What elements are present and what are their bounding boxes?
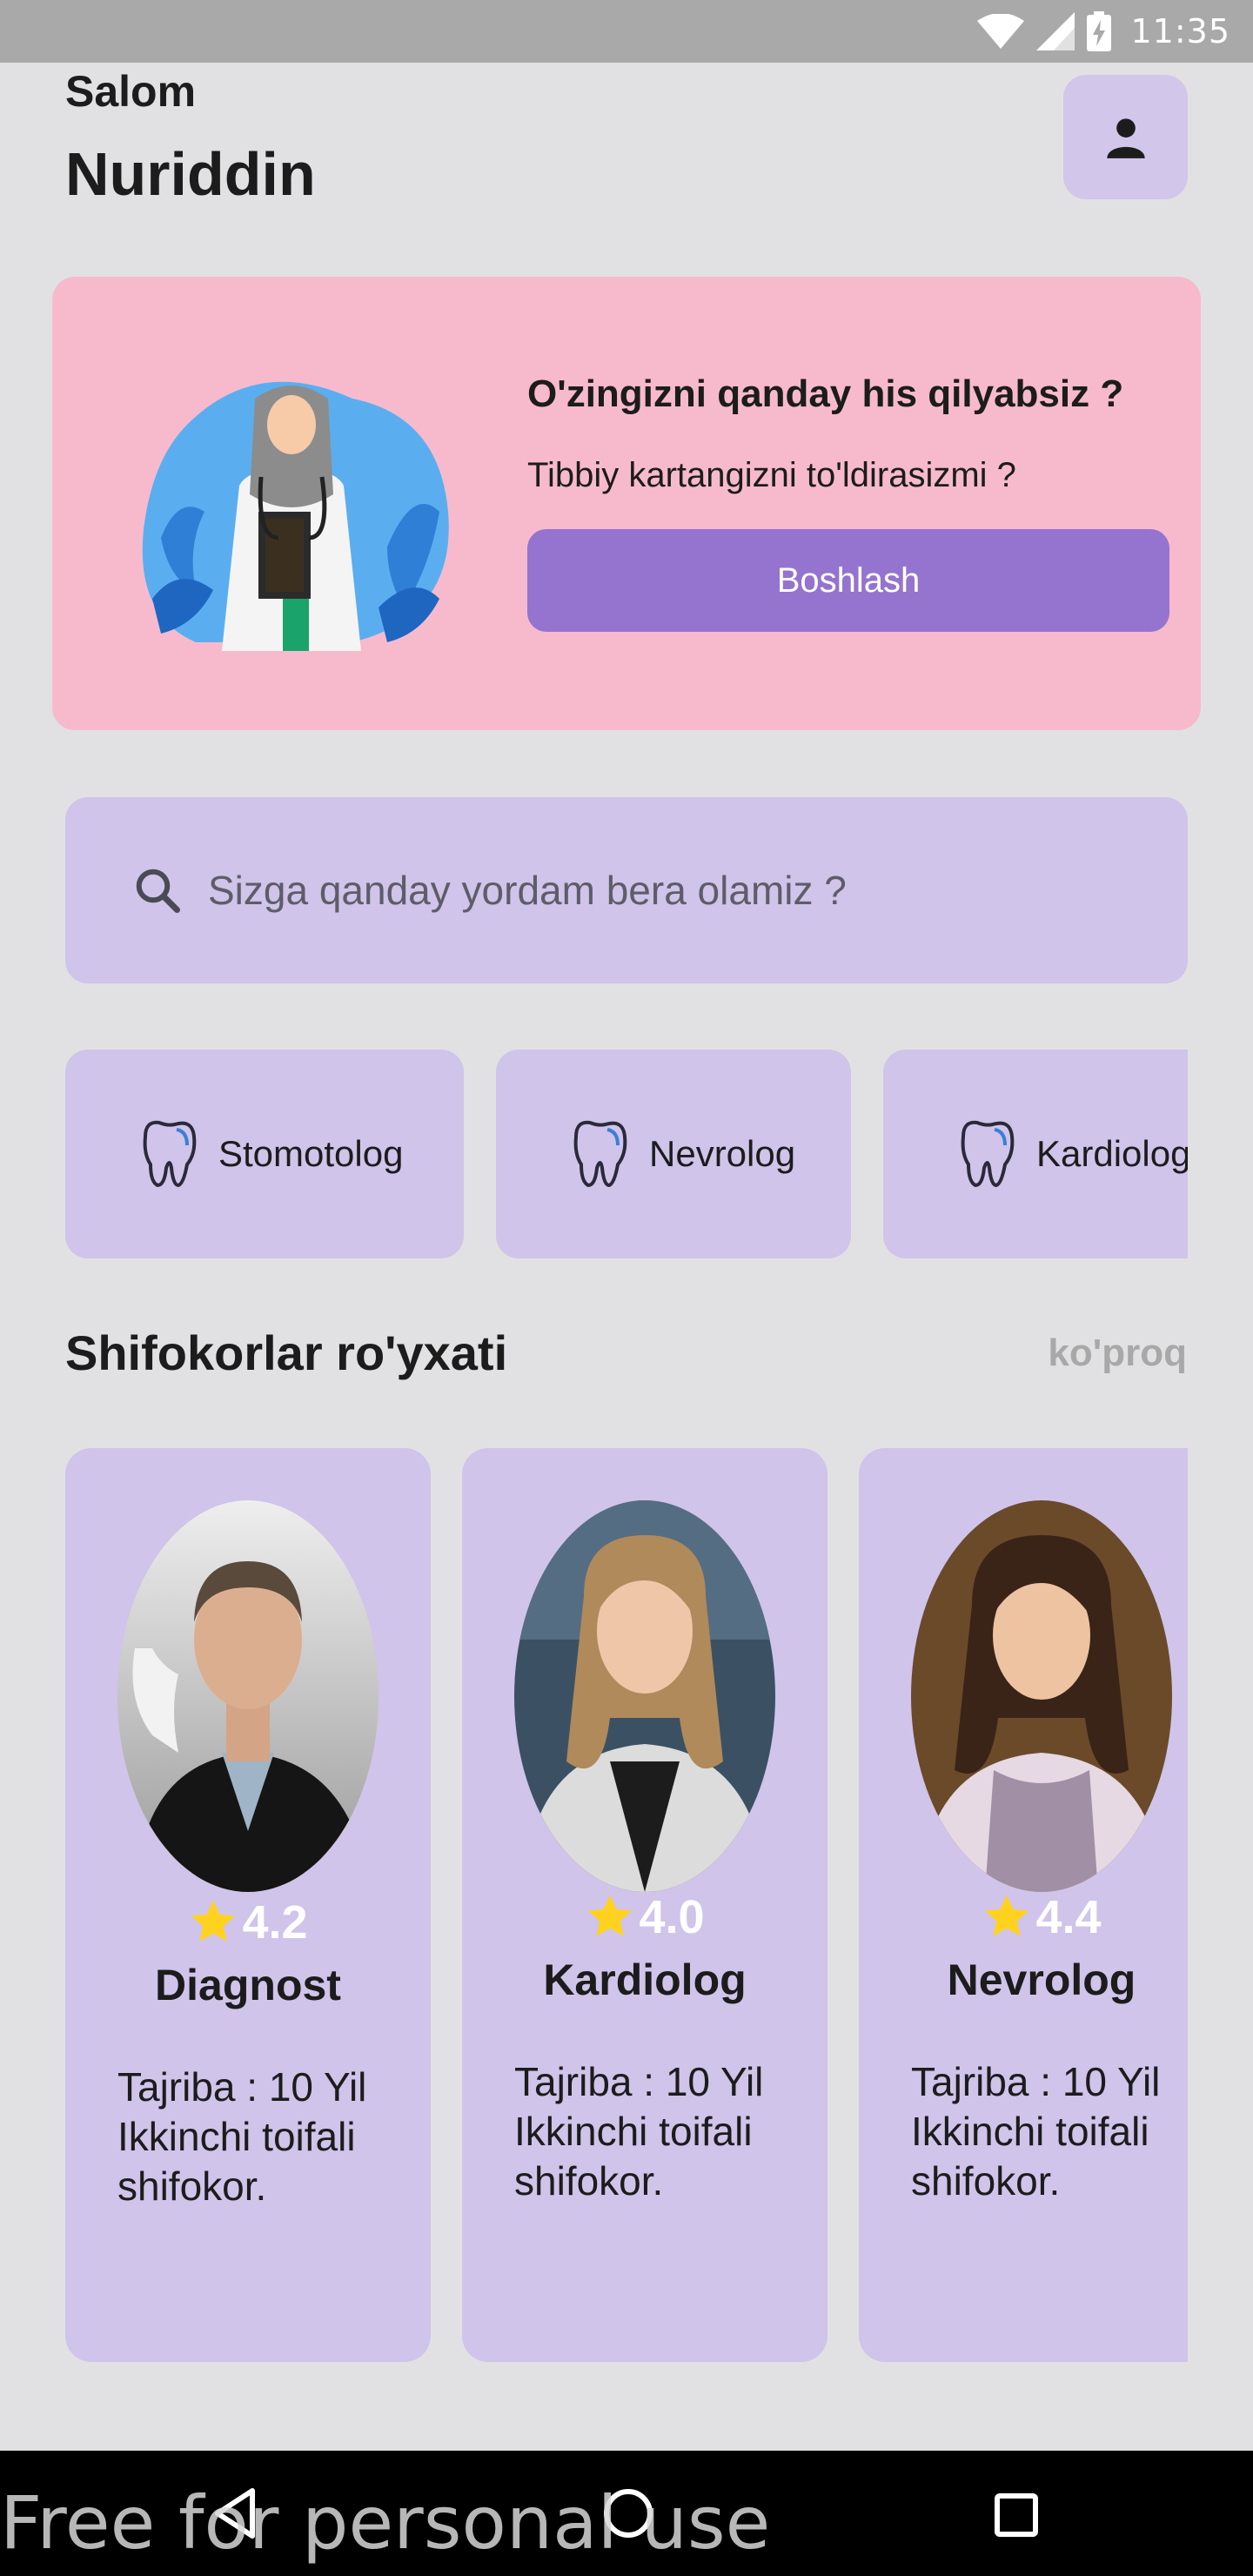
start-button[interactable]: Boshlash [527, 529, 1169, 632]
more-link[interactable]: ko'proq [1048, 1332, 1187, 1375]
doctor-photo [117, 1500, 379, 1892]
doctor-specialty: Kardiolog [543, 1955, 747, 2004]
rating-value: 4.4 [1035, 1891, 1102, 1943]
doctor-description: Tajriba : 10 Yil Ikkinchi toifali shifok… [117, 2063, 413, 2211]
rating-value: 4.0 [639, 1891, 705, 1943]
doctor-description: Tajriba : 10 Yil Ikkinchi toifali shifok… [514, 2057, 810, 2206]
category-chip-stomotolog[interactable]: Stomotolog [65, 1050, 464, 1258]
doctors-section-title: Shifokorlar ro'yxati [65, 1325, 508, 1380]
doctor-photo [911, 1500, 1172, 1892]
promo-title: O'zingizni qanday his qilyabsiz ? [527, 372, 1124, 415]
wifi-icon [977, 14, 1025, 49]
person-icon [1106, 117, 1145, 158]
status-bar: 11:35 [0, 0, 1253, 63]
doctor-specialty: Nevrolog [947, 1955, 1136, 2004]
tooth-icon [573, 1120, 627, 1188]
doctor-list: 4.2 Diagnost Tajriba : 10 Yil Ikkinchi t… [65, 1448, 1188, 2362]
doctor-text: shifokor. [911, 2158, 1061, 2204]
battery-charging-icon [1087, 11, 1112, 51]
doctor-text: shifokor. [514, 2158, 664, 2204]
doctor-card[interactable]: 4.4 Nevrolog Tajriba : 10 Yil Ikkinchi t… [859, 1448, 1188, 2362]
promo-card: O'zingizni qanday his qilyabsiz ? Tibbiy… [52, 277, 1201, 730]
greeting-text: Salom [65, 67, 197, 116]
search-icon [136, 869, 180, 913]
doctor-text: shifokor. [117, 2163, 267, 2209]
category-text: Ikkinchi toifali [911, 2109, 1149, 2154]
promo-subtitle: Tibbiy kartangizni to'ldirasizmi ? [527, 456, 1016, 494]
signal-icon [1036, 12, 1075, 50]
doctor-rating: 4.2 [65, 1895, 431, 1949]
rating-value: 4.2 [242, 1896, 308, 1949]
category-chip-nevrolog[interactable]: Nevrolog [496, 1050, 851, 1258]
star-icon [985, 1895, 1029, 1936]
doctor-description: Tajriba : 10 Yil Ikkinchi toifali shifok… [911, 2057, 1188, 2206]
star-icon [191, 1900, 236, 1942]
doctor-card[interactable]: 4.2 Diagnost Tajriba : 10 Yil Ikkinchi t… [65, 1448, 431, 2362]
search-input[interactable] [208, 867, 1078, 914]
tooth-icon [143, 1120, 197, 1188]
star-icon [588, 1895, 633, 1936]
category-chip-kardiolog[interactable]: Kardiolog [883, 1050, 1188, 1258]
experience-text: Tajriba : 10 Yil [911, 2059, 1161, 2104]
tooth-icon [961, 1120, 1015, 1188]
profile-button[interactable] [1063, 75, 1188, 199]
recents-icon[interactable] [994, 2492, 1039, 2538]
category-label: Nevrolog [649, 1133, 796, 1174]
experience-text: Tajriba : 10 Yil [117, 2064, 367, 2110]
experience-text: Tajriba : 10 Yil [514, 2059, 764, 2104]
doctor-rating: 4.0 [462, 1890, 828, 1944]
doctor-illustration [142, 381, 449, 651]
category-label: Kardiolog [1036, 1133, 1188, 1174]
doctor-card[interactable]: 4.0 Kardiolog Tajriba : 10 Yil Ikkinchi … [462, 1448, 828, 2362]
category-label: Stomotolog [218, 1133, 404, 1174]
category-text: Ikkinchi toifali [117, 2114, 356, 2159]
status-time: 11:35 [1130, 12, 1230, 50]
category-text: Ikkinchi toifali [514, 2109, 753, 2154]
search-box[interactable] [65, 797, 1188, 983]
doctor-photo [514, 1500, 775, 1892]
watermark-text: Free for personal use [0, 2480, 771, 2566]
category-list: Stomotolog Nevrolog Kardiolog [65, 1050, 1188, 1258]
user-name: Nuriddin [65, 140, 316, 208]
doctor-specialty: Diagnost [155, 1961, 341, 2009]
doctor-rating: 4.4 [859, 1890, 1188, 1944]
